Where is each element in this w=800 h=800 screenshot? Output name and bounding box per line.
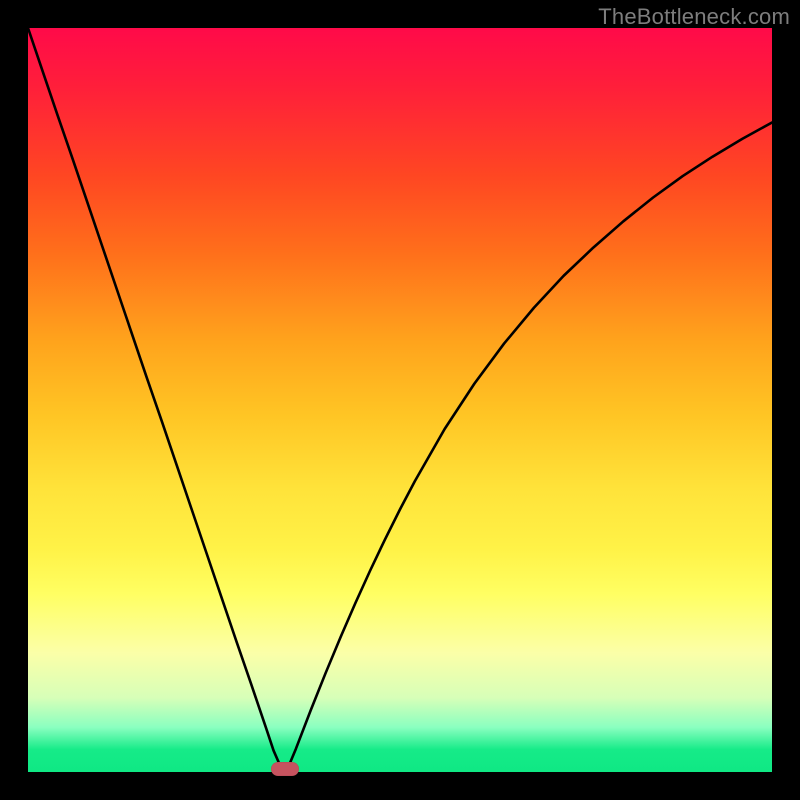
minimum-marker (271, 762, 299, 776)
chart-frame: TheBottleneck.com (0, 0, 800, 800)
watermark-text: TheBottleneck.com (598, 4, 790, 30)
plot-area (28, 28, 772, 772)
curve-layer (28, 28, 772, 772)
bottleneck-curve (28, 28, 772, 772)
